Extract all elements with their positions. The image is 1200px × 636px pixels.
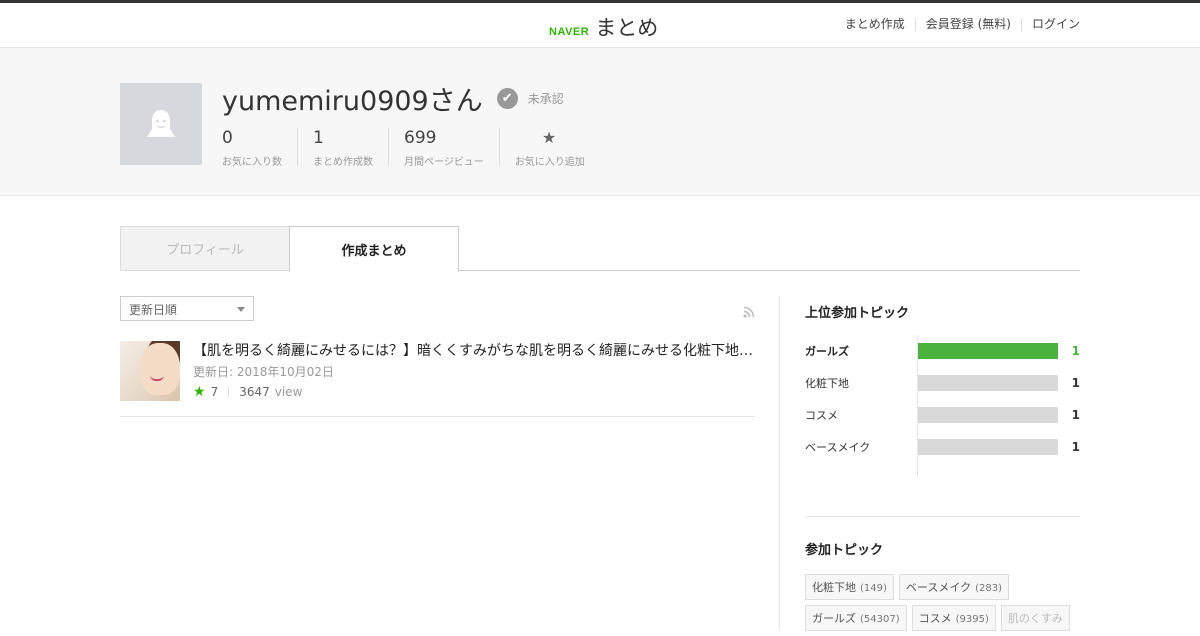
top-topics-chart: ガールズ 1 化粧下地 1 コスメ 1 ベースメイク 1 xyxy=(805,335,1080,478)
item-thumbnail[interactable] xyxy=(120,341,180,401)
default-user-icon xyxy=(147,110,175,137)
profile-tabs: プロフィール 作成まとめ xyxy=(120,226,1080,272)
topic-count: 1 xyxy=(1071,344,1080,358)
sort-select[interactable]: 更新日順 xyxy=(120,296,254,321)
stat-value: 699 xyxy=(404,128,437,148)
topic-name: ガールズ xyxy=(805,345,849,358)
rss-icon[interactable] xyxy=(743,306,755,318)
star-icon: ★ xyxy=(193,384,206,400)
tag-count: (283) xyxy=(975,583,1003,594)
topics-heading: 参加トピック xyxy=(805,543,884,558)
star-icon: ★ xyxy=(541,128,557,147)
topic-bar xyxy=(918,343,1058,359)
matome-list: 更新日順 【肌を明るく綺麗にみせるには？】暗くくすみがちな肌を明るく綺麗にみせる… xyxy=(120,296,755,417)
site-header: NAVER まとめ まとめ作成 会員登録 (無料) ログイン xyxy=(0,3,1200,48)
site-logo[interactable]: NAVER まとめ xyxy=(549,12,658,42)
topic-tag[interactable]: ガールズ (54307) xyxy=(805,605,907,631)
stat-monthly-pv: 699 月間ページビュー xyxy=(388,128,499,168)
tab-profile[interactable]: プロフィール xyxy=(120,226,290,271)
register-link[interactable]: 会員登録 (無料) xyxy=(914,18,1021,31)
topic-tags: 化粧下地 (149) ベースメイク (283) ガールズ (54307) コスメ (93… xyxy=(805,574,1080,636)
tag-name: 化粧下地 xyxy=(812,581,856,594)
username: yumemiru0909さん xyxy=(222,86,483,117)
item-favorite-count: 7 xyxy=(210,385,219,399)
stat-value: 0 xyxy=(222,128,233,148)
profile-title: yumemiru0909さん ✔ 未承認 xyxy=(222,79,564,118)
item-updated-date: 更新日: 2018年10月02日 xyxy=(193,365,334,379)
tab-created-matome[interactable]: 作成まとめ xyxy=(289,226,459,272)
stat-label: まとめ作成数 xyxy=(313,157,373,168)
tag-name: コスメ xyxy=(918,612,952,625)
check-icon: ✔ xyxy=(496,88,518,109)
topic-tag[interactable]: 化粧下地 (149) xyxy=(805,574,894,600)
topic-count: 1 xyxy=(1071,376,1080,390)
create-matome-link[interactable]: まとめ作成 xyxy=(835,18,915,31)
topic-bar xyxy=(918,375,1058,391)
tag-name: ガールズ xyxy=(812,612,856,625)
add-favorite-label: お気に入り追加 xyxy=(514,157,585,168)
topic-name: 化粧下地 xyxy=(805,377,849,390)
list-item[interactable]: 【肌を明るく綺麗にみせるには？】暗くくすみがちな肌を明るく綺麗にみせる化粧下地…… xyxy=(120,341,755,417)
header-nav: まとめ作成 会員登録 (無料) ログイン xyxy=(835,18,1080,31)
stat-favorites: 0 お気に入り数 xyxy=(222,128,297,168)
sidebar: 上位参加トピック ガールズ 1 化粧下地 1 コスメ 1 ベースメイク 1 参加… xyxy=(805,296,1080,636)
topic-name: コスメ xyxy=(805,409,838,422)
sidebar-divider xyxy=(805,516,1080,517)
tag-name: ベースメイク xyxy=(905,581,972,594)
topic-tag[interactable]: 肌のくすみ xyxy=(1000,605,1070,631)
topic-count: 1 xyxy=(1071,440,1080,454)
tag-count: (9395) xyxy=(955,614,989,625)
top-topics-heading: 上位参加トピック xyxy=(805,306,910,321)
column-divider xyxy=(779,296,780,630)
tag-count: (54307) xyxy=(860,614,900,625)
profile-stats: 0 お気に入り数 1 まとめ作成数 699 月間ページビュー ★ お気に入り追加 xyxy=(222,128,600,168)
item-body: 【肌を明るく綺麗にみせるには？】暗くくすみがちな肌を明るく綺麗にみせる化粧下地…… xyxy=(193,341,755,401)
login-link[interactable]: ログイン xyxy=(1020,18,1080,31)
item-view-unit: view xyxy=(274,385,303,399)
topic-rank-row[interactable]: ガールズ 1 xyxy=(805,343,1080,359)
item-meta: ★ 7 3647 view xyxy=(193,384,755,400)
item-title-link[interactable]: 【肌を明るく綺麗にみせるには？】暗くくすみがちな肌を明るく綺麗にみせる化粧下地… xyxy=(193,341,755,361)
topic-bar xyxy=(918,407,1058,423)
topic-count: 1 xyxy=(1071,408,1080,422)
tag-count: (149) xyxy=(860,583,887,594)
stat-label: お気に入り数 xyxy=(222,157,282,168)
tag-name: 肌のくすみ xyxy=(1007,612,1063,625)
topic-rank-row[interactable]: ベースメイク 1 xyxy=(805,439,1080,455)
matome-logo-text: まとめ xyxy=(595,16,659,40)
stat-value: 1 xyxy=(313,128,324,148)
stat-label: 月間ページビュー xyxy=(404,157,484,168)
topic-rank-row[interactable]: 化粧下地 1 xyxy=(805,375,1080,391)
topic-tag[interactable]: コスメ (9395) xyxy=(911,605,996,631)
topic-tag[interactable]: ベースメイク (283) xyxy=(898,574,1010,600)
avatar xyxy=(120,83,202,165)
topic-bar xyxy=(918,439,1058,455)
item-view-count: 3647 xyxy=(239,385,270,399)
topic-rank-row[interactable]: コスメ 1 xyxy=(805,407,1080,423)
chevron-down-icon xyxy=(237,307,245,312)
topic-name: ベースメイク xyxy=(805,441,871,454)
naver-logo-text: NAVER xyxy=(549,26,590,38)
verification-status: 未承認 xyxy=(527,92,564,106)
stat-created: 1 まとめ作成数 xyxy=(297,128,388,168)
sort-select-value: 更新日順 xyxy=(129,303,178,317)
profile-header: yumemiru0909さん ✔ 未承認 0 お気に入り数 1 まとめ作成数 6… xyxy=(0,48,1200,196)
add-favorite-button[interactable]: ★ お気に入り追加 xyxy=(498,128,600,168)
